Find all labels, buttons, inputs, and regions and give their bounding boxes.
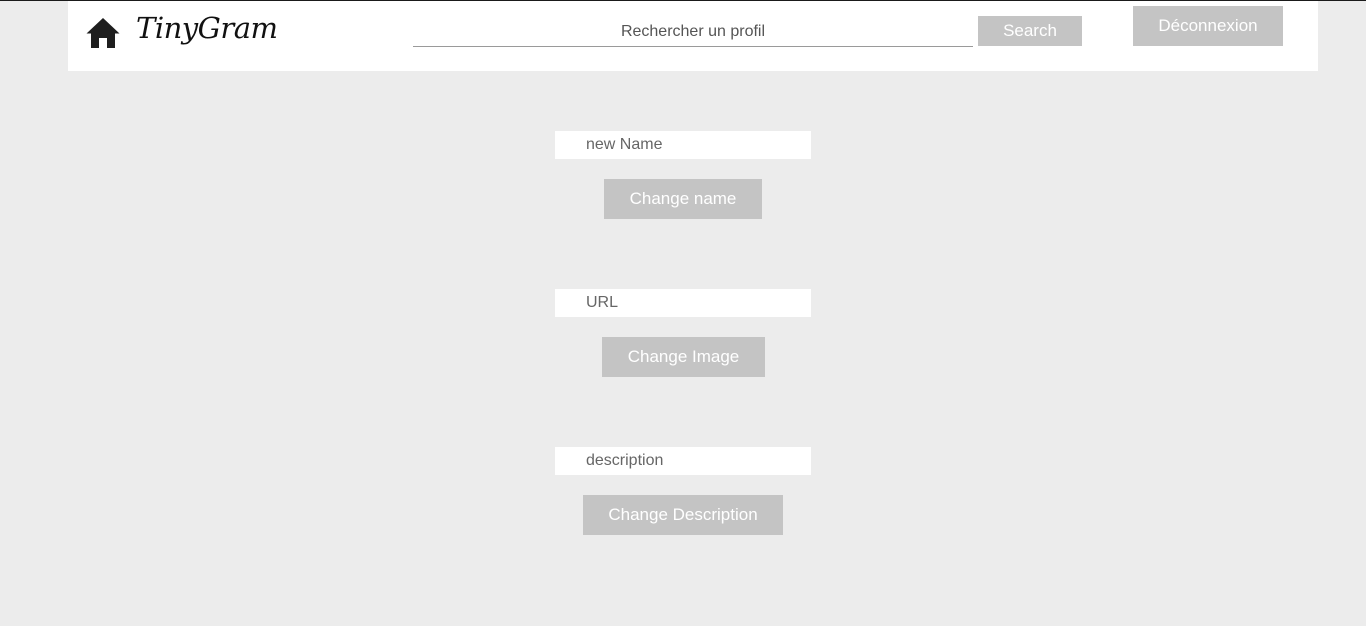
navbar: TinyGram Search Déconnexion: [68, 1, 1318, 71]
search-button[interactable]: Search: [978, 16, 1082, 46]
change-name-button[interactable]: Change name: [604, 179, 762, 219]
new-name-input[interactable]: [555, 131, 811, 159]
home-icon: [86, 18, 120, 48]
description-input[interactable]: [555, 447, 811, 475]
logout-button[interactable]: Déconnexion: [1133, 6, 1283, 46]
search-input[interactable]: [413, 17, 973, 47]
image-url-input[interactable]: [555, 289, 811, 317]
home-link[interactable]: [85, 15, 121, 51]
change-description-button[interactable]: Change Description: [583, 495, 783, 535]
change-image-button[interactable]: Change Image: [602, 337, 765, 377]
brand-logo: TinyGram: [136, 11, 278, 45]
